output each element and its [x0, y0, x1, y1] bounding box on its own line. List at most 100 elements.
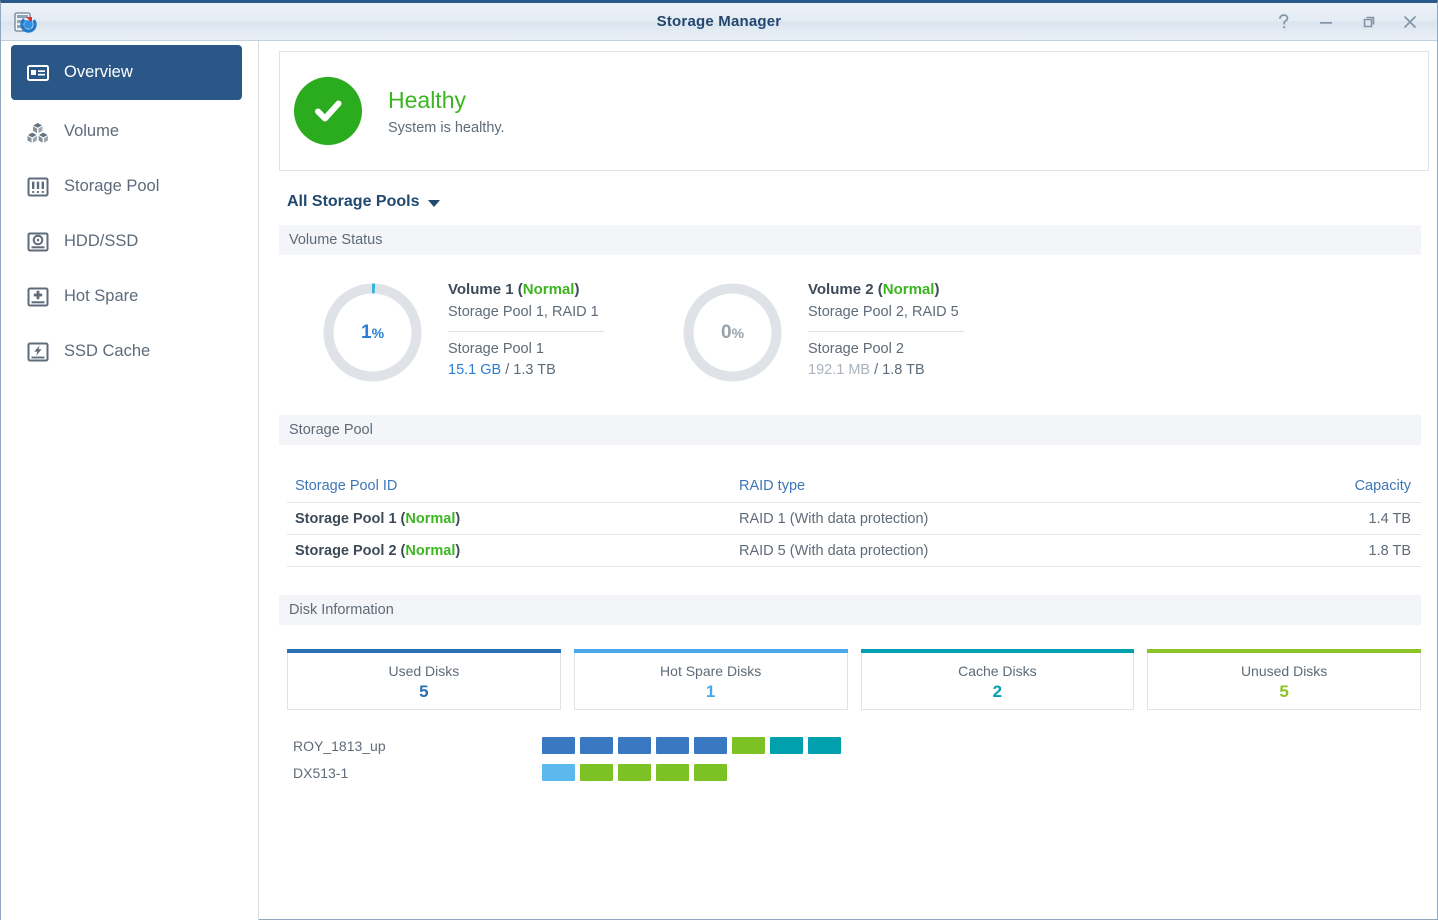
volume-block[interactable]: 1% Volume 1 (Normal) Storage Pool 1, RAI… [321, 277, 681, 415]
section-header-disk-information: Disk Information [279, 595, 1421, 625]
column-header-capacity[interactable]: Capacity [1261, 478, 1421, 494]
disk-slot-chips [542, 737, 841, 754]
storage-manager-window: Storage Manager Overview Volume Storage … [0, 0, 1438, 920]
disk-slot[interactable] [618, 764, 651, 781]
column-header-raid-type[interactable]: RAID type [739, 478, 1261, 494]
disk-card-value: 5 [1279, 681, 1289, 701]
ssd-cache-icon [25, 339, 51, 365]
disk-enclosure-row: ROY_1813_up [287, 732, 1421, 759]
card-accent-bar [287, 649, 561, 653]
disk-slot[interactable] [542, 764, 575, 781]
enclosure-name: ROY_1813_up [293, 737, 386, 754]
disk-slot[interactable] [694, 737, 727, 754]
disk-card-unused-disks[interactable]: Unused Disks 5 [1147, 649, 1421, 710]
sidebar-item-label: SSD Cache [64, 342, 151, 360]
column-header-storage-pool-id[interactable]: Storage Pool ID [287, 478, 739, 494]
volume-detail: Storage Pool 1, RAID 1 [448, 304, 599, 320]
disk-card-hot-spare-disks[interactable]: Hot Spare Disks 1 [573, 649, 848, 710]
disk-slot[interactable] [694, 764, 727, 781]
sidebar-item-volume[interactable]: Volume [11, 104, 242, 159]
sidebar-item-label: Volume [64, 122, 120, 140]
cell-storage-pool-id: Storage Pool 2 (Normal) [295, 542, 461, 559]
storage-pool-icon [25, 174, 51, 200]
window-body: Overview Volume Storage Pool HDD/SSD Hot… [1, 41, 1437, 920]
volume-usage-donut: 0% [681, 281, 784, 384]
all-storage-pools-dropdown[interactable]: All Storage Pools [287, 193, 1429, 211]
table-header-row: Storage Pool ID RAID type Capacity [287, 469, 1421, 503]
sidebar-item-overview[interactable]: Overview [11, 45, 242, 100]
disk-slot[interactable] [580, 764, 613, 781]
cell-raid-type: RAID 1 (With data protection) [739, 510, 929, 527]
disk-card-label: Used Disks [388, 662, 460, 679]
disk-summary-cards: Used Disks 5 Hot Spare Disks 1 Cache Dis… [287, 649, 1421, 710]
disk-card-cache-disks[interactable]: Cache Disks 2 [860, 649, 1135, 710]
card-accent-bar [1147, 649, 1421, 653]
volume-usage-text: 15.1 GB / 1.3 TB [448, 362, 556, 378]
section-header-storage-pool: Storage Pool [279, 415, 1421, 445]
disk-slot-chips [542, 764, 727, 781]
cell-capacity: 1.8 TB [1368, 542, 1411, 559]
table-row[interactable]: Storage Pool 1 (Normal) RAID 1 (With dat… [287, 503, 1421, 535]
title-bar: Storage Manager [1, 3, 1437, 41]
divider [448, 331, 604, 332]
sidebar-item-label: HDD/SSD [64, 232, 139, 250]
volume-usage-percent: 1% [360, 321, 385, 343]
content-area: Healthy System is healthy. All Storage P… [259, 41, 1437, 920]
window-title: Storage Manager [656, 13, 782, 30]
restore-button[interactable] [1357, 11, 1379, 33]
disk-card-label: Unused Disks [1240, 662, 1328, 679]
volume-usage-text: 192.1 MB / 1.8 TB [808, 362, 925, 378]
volume-usage-percent: 0% [720, 321, 745, 343]
disk-card-used-disks[interactable]: Used Disks 5 [287, 649, 561, 710]
card-accent-bar [573, 649, 848, 653]
disk-slot[interactable] [580, 737, 613, 754]
volume-icon [25, 119, 51, 145]
disk-slot[interactable] [808, 737, 841, 754]
sidebar-item-label: Storage Pool [64, 177, 160, 195]
disk-slot[interactable] [770, 737, 803, 754]
minimize-button[interactable] [1315, 11, 1337, 33]
disk-card-value: 1 [705, 681, 716, 701]
disk-card-label: Cache Disks [958, 662, 1037, 679]
sidebar-item-label: Overview [64, 63, 133, 81]
health-status-card: Healthy System is healthy. [279, 51, 1429, 171]
hot-spare-icon [25, 284, 51, 310]
volume-block[interactable]: 0% Volume 2 (Normal) Storage Pool 2, RAI… [681, 277, 1041, 415]
cell-storage-pool-id: Storage Pool 1 (Normal) [295, 510, 461, 527]
chevron-down-icon [428, 200, 441, 207]
close-button[interactable] [1399, 11, 1421, 33]
hdd-ssd-icon [25, 229, 51, 255]
disk-card-value: 5 [419, 681, 429, 701]
sidebar-item-ssd-cache[interactable]: SSD Cache [11, 324, 242, 379]
card-accent-bar [860, 649, 1135, 653]
disk-enclosure-rows: ROY_1813_up DX513-1 [287, 732, 1421, 786]
sidebar-item-hdd-ssd[interactable]: HDD/SSD [11, 214, 242, 269]
disk-slot[interactable] [618, 737, 651, 754]
check-circle-icon [294, 77, 362, 145]
health-title: Healthy [388, 86, 466, 113]
volume-detail: Storage Pool 2, RAID 5 [808, 304, 959, 320]
disk-card-value: 2 [992, 681, 1003, 701]
sidebar: Overview Volume Storage Pool HDD/SSD Hot… [1, 41, 259, 920]
sidebar-item-hot-spare[interactable]: Hot Spare [11, 269, 242, 324]
disk-slot[interactable] [656, 737, 689, 754]
window-controls [1273, 3, 1429, 41]
all-storage-pools-label: All Storage Pools [287, 193, 420, 210]
overview-icon [25, 60, 51, 86]
help-button[interactable] [1273, 11, 1295, 33]
sidebar-item-label: Hot Spare [64, 287, 139, 305]
enclosure-name: DX513-1 [293, 764, 349, 781]
disk-card-label: Hot Spare Disks [660, 662, 762, 679]
volume-title: Volume 2 (Normal) [808, 281, 940, 298]
storage-pool-table: Storage Pool ID RAID type Capacity Stora… [287, 469, 1421, 567]
cell-capacity: 1.4 TB [1368, 510, 1411, 527]
disk-slot[interactable] [656, 764, 689, 781]
disk-slot[interactable] [732, 737, 765, 754]
volume-pool-name: Storage Pool 1 [448, 341, 544, 357]
volume-title: Volume 1 (Normal) [448, 281, 580, 298]
table-row[interactable]: Storage Pool 2 (Normal) RAID 5 (With dat… [287, 535, 1421, 567]
sidebar-item-storage-pool[interactable]: Storage Pool [11, 159, 242, 214]
disk-enclosure-row: DX513-1 [287, 759, 1421, 786]
divider [808, 331, 964, 332]
disk-slot[interactable] [542, 737, 575, 754]
